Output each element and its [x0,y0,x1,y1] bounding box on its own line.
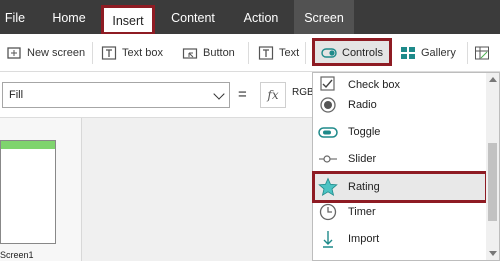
menu-item-label: Toggle [348,126,381,138]
insert-toolbar: New screen Text box Button Text Gallery [0,34,500,72]
equals-sign: = [238,86,247,103]
menu-item-label: Check box [348,79,400,91]
toolbar-divider [92,42,93,64]
tab-file[interactable]: File [0,0,30,34]
text-box-label: Text box [122,47,163,59]
thumbnail-header [1,141,55,149]
tab-action[interactable]: Action [232,0,290,34]
controls-label: Controls [342,47,383,59]
radio-icon [318,95,338,115]
button-label: Button [203,47,235,59]
tab-content[interactable]: Content [160,0,226,34]
toolbar-divider [305,42,306,64]
scroll-thumb[interactable] [488,143,497,221]
new-screen-button[interactable]: New screen [6,42,85,64]
tab-insert-highlight [101,5,155,35]
menu-item-label: Radio [348,99,377,111]
chevron-down-icon [213,88,225,100]
menu-item-label: Rating [348,181,380,193]
ribbon-tab-bar: File Home Insert Content Action Screen [0,0,500,35]
property-value: Fill [9,89,24,101]
menu-item-import[interactable]: Import [312,226,486,252]
scroll-down-arrow-icon[interactable] [489,251,497,256]
toggle-icon [321,45,337,61]
text-icon [258,45,274,61]
new-screen-icon [6,45,22,61]
menu-item-label: Slider [348,153,377,165]
import-icon [318,229,338,249]
button-icon [182,45,198,61]
button-button[interactable]: Button [182,42,235,64]
controls-button[interactable]: Controls [312,38,392,66]
menu-item-toggle[interactable]: Toggle [312,119,486,145]
table-icon [474,45,490,61]
text-button[interactable]: Text [258,42,299,64]
new-screen-label: New screen [27,47,86,59]
formula-input[interactable]: RGB [292,87,314,98]
menu-item-label: Import [348,233,380,245]
menu-item-slider[interactable]: Slider [312,146,486,172]
star-icon [318,177,338,197]
gallery-label: Gallery [421,47,456,59]
toolbar-divider [467,42,468,64]
toggle-icon [318,122,338,142]
gallery-icon [400,45,416,61]
menu-item-timer[interactable]: Timer [312,199,486,225]
menu-item-radio[interactable]: Radio [312,92,486,118]
screen-thumbnail[interactable] [0,140,56,244]
text-box-icon [101,45,117,61]
function-icon[interactable]: fx [260,82,286,108]
menu-item-label: Timer [348,206,376,218]
text-box-button[interactable]: Text box [101,42,163,64]
data-table-button[interactable] [474,42,490,64]
gallery-button[interactable]: Gallery [400,42,456,64]
clock-icon [318,202,338,222]
text-label: Text [279,47,300,59]
tab-screen[interactable]: Screen [294,0,354,34]
dropdown-scrollbar[interactable] [486,73,499,260]
tab-home[interactable]: Home [44,0,94,34]
scroll-up-arrow-icon[interactable] [489,77,497,82]
menu-item-rating[interactable]: Rating [312,174,486,200]
slider-icon [318,149,338,169]
screen-name: Screen1 [0,250,34,260]
property-dropdown[interactable]: Fill [2,82,230,108]
toolbar-divider [248,42,249,64]
